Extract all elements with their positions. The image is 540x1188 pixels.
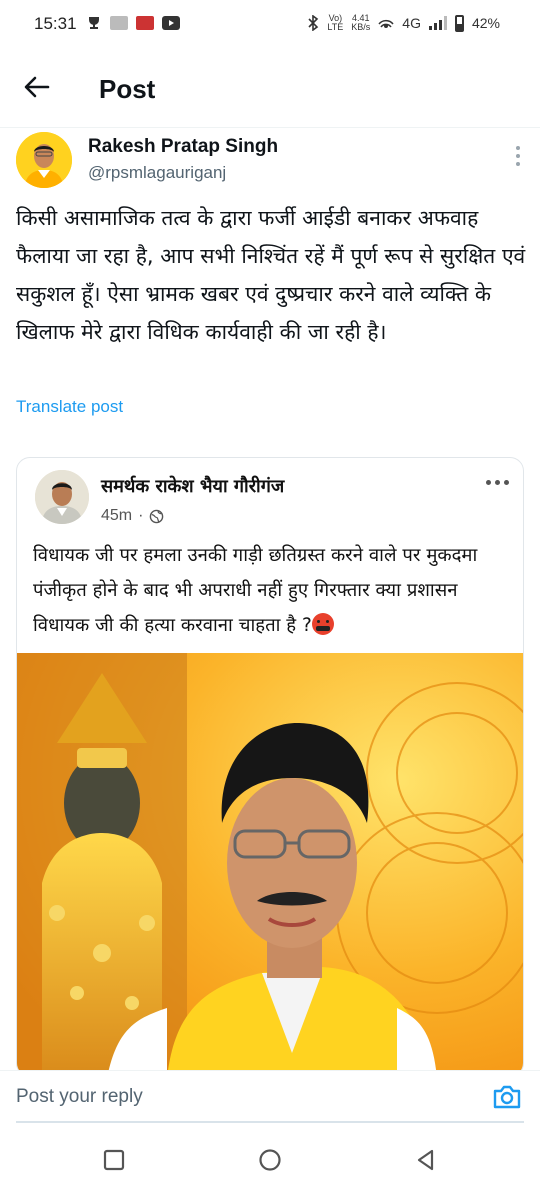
quoted-text: विधायक जी पर हमला उनकी गाड़ी छतिग्रस्त क… (33, 545, 478, 636)
meta-separator: · (138, 507, 144, 524)
signal-icon (428, 16, 447, 30)
avatar[interactable] (16, 132, 72, 188)
quoted-avatar (35, 470, 89, 524)
recent-apps-icon[interactable] (102, 1148, 126, 1172)
volte-indicator: Vo) LTE (327, 13, 344, 32)
reply-bar: Post your reply (0, 1070, 540, 1124)
news-icon (136, 16, 154, 30)
network-speed: 4.41 KB/s (351, 13, 371, 32)
home-icon[interactable] (258, 1148, 282, 1172)
translate-post-link[interactable]: Translate post (16, 397, 123, 417)
page-title: Post (99, 74, 156, 104)
back-nav-icon[interactable] (414, 1148, 438, 1172)
top-bar: Post (0, 50, 540, 128)
quoted-post-card[interactable]: समर्थक राकेश भैया गौरीगंज 45m · विधायक ज… (16, 457, 524, 1077)
globe-icon (150, 509, 164, 523)
quoted-time: 45m (101, 507, 133, 524)
angry-emoji-icon (311, 613, 334, 635)
quoted-author-name: समर्थक राकेश भैया गौरीगंज (101, 476, 285, 497)
trophy-icon (89, 17, 99, 29)
battery-level: 42% (471, 15, 500, 31)
quoted-image (17, 653, 523, 1076)
system-icons: Vo) LTE 4.41 KB/s 4G 42% (307, 14, 500, 32)
battery-icon (454, 14, 464, 32)
network-type: 4G (402, 15, 421, 31)
quoted-more-icon (486, 480, 509, 485)
status-bar: 15:31 Vo) LTE 4.41 KB/s 4G 42% (0, 0, 540, 50)
status-time: 15:31 (34, 14, 77, 33)
arrow-left-icon[interactable] (22, 72, 52, 102)
reply-underline (16, 1121, 524, 1123)
reply-input[interactable]: Post your reply (16, 1086, 143, 1108)
app-icon (110, 16, 128, 30)
camera-icon[interactable] (492, 1083, 522, 1111)
post-text: किसी असामाजिक तत्व के द्वारा फर्जी आईडी … (16, 206, 526, 344)
author-handle[interactable]: @rpsmlagauriganj (88, 163, 226, 183)
author-name[interactable]: Rakesh Pratap Singh (88, 136, 278, 158)
notification-icons (86, 15, 180, 31)
quoted-meta: 45m · (101, 507, 164, 525)
hotspot-icon (378, 19, 394, 28)
more-options-icon[interactable] (516, 146, 520, 166)
bluetooth-icon (308, 15, 319, 31)
system-nav-bar (0, 1128, 540, 1188)
youtube-icon (162, 16, 180, 30)
